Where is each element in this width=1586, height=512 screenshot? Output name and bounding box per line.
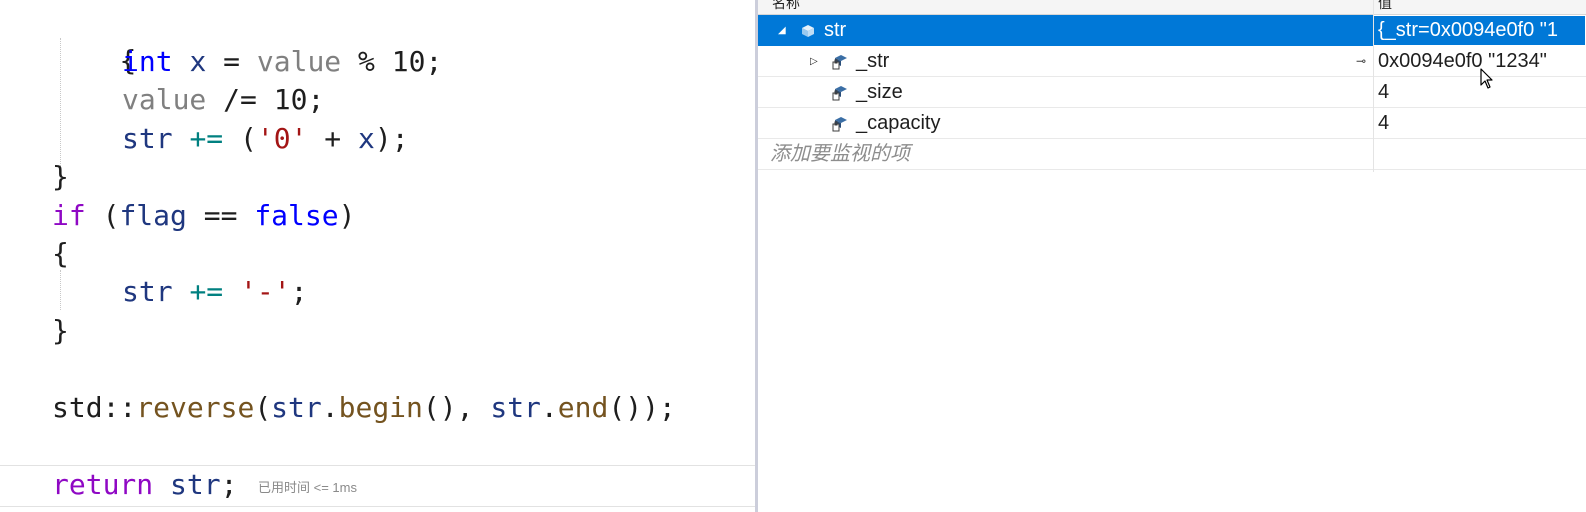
- code-line[interactable]: {: [52, 235, 69, 273]
- function-end: end: [557, 391, 609, 424]
- code-line[interactable]: int x = value % 10;: [122, 43, 442, 81]
- variable-flag: flag: [119, 199, 187, 232]
- watch-value-_capacity[interactable]: 4: [1378, 108, 1389, 139]
- code-editor[interactable]: { int x = value % 10; value /= 10; str +…: [0, 0, 755, 512]
- close-brace: }: [52, 160, 69, 193]
- watch-name-str: str: [824, 19, 847, 41]
- close-paren: ): [338, 199, 356, 232]
- field-icon: [832, 55, 847, 70]
- plus-assign-operator: +=: [189, 122, 224, 155]
- open-paren: (: [223, 122, 257, 155]
- semicolon: ;: [290, 275, 308, 308]
- function-begin: begin: [338, 391, 423, 424]
- char-literal-minus: '-': [240, 275, 291, 308]
- close-brace: }: [52, 314, 69, 347]
- column-header-value[interactable]: 值: [1378, 0, 1392, 13]
- char-literal-zero: '0': [256, 122, 308, 155]
- watch-name-_size: _size: [856, 81, 903, 103]
- variable-x: x: [358, 122, 375, 155]
- semicolon: ;: [220, 468, 238, 501]
- watch-value-_str[interactable]: 0x0094e0f0 "1234": [1378, 46, 1547, 77]
- code-line-current[interactable]: return str;: [52, 466, 237, 504]
- collapse-arrow-icon[interactable]: ◢: [778, 15, 786, 46]
- equals-operator: ==: [186, 199, 255, 232]
- watch-name-_str: _str: [856, 50, 890, 72]
- perf-tip[interactable]: 已用时间 <= 1ms: [258, 477, 357, 496]
- function-reverse: reverse: [136, 391, 255, 424]
- keyword-int: int: [122, 45, 173, 78]
- code-line[interactable]: str += '-';: [122, 273, 307, 311]
- column-separator[interactable]: [1373, 0, 1374, 172]
- indent-guide: [60, 270, 61, 310]
- watch-row-_capacity[interactable]: _capacity 4: [758, 108, 1586, 139]
- variable-str: str: [271, 391, 322, 424]
- variable-str: str: [170, 468, 221, 501]
- object-icon: [802, 25, 814, 37]
- variable-str: str: [490, 391, 541, 424]
- divide-assign-expression: /= 10;: [206, 83, 325, 116]
- watch-value-str[interactable]: {_str=0x0094e0f0 "1: [1378, 15, 1558, 46]
- field-icon: [832, 117, 847, 132]
- code-line[interactable]: }: [52, 312, 69, 350]
- code-line[interactable]: if (flag == false): [52, 197, 355, 235]
- pin-icon[interactable]: ⊸: [1356, 54, 1366, 68]
- watch-value-_size[interactable]: 4: [1378, 77, 1389, 108]
- watch-row-_size[interactable]: _size 4: [758, 77, 1586, 108]
- watch-window[interactable]: 名称 值 ◢ str {_str=0x0094e0f0 "1 ▷ _str ⊸ …: [758, 0, 1586, 512]
- column-header-name[interactable]: 名称: [772, 0, 800, 13]
- open-paren: (: [254, 391, 272, 424]
- watch-name-_capacity: _capacity: [856, 112, 941, 134]
- assign-operator: =: [206, 45, 257, 78]
- dot: .: [321, 391, 339, 424]
- close-paren: );: [374, 122, 409, 155]
- variable-str: str: [122, 275, 173, 308]
- variable-value: value: [256, 45, 342, 78]
- field-icon: [832, 86, 847, 101]
- watch-row-_str[interactable]: ▷ _str ⊸ 0x0094e0f0 "1234": [758, 46, 1586, 77]
- open-paren: (: [85, 199, 120, 232]
- call-args: ());: [608, 391, 676, 424]
- open-brace: {: [52, 237, 69, 270]
- code-line[interactable]: std::reverse(str.begin(), str.end());: [52, 389, 676, 427]
- add-watch-placeholder[interactable]: 添加要监视的项: [770, 139, 910, 170]
- watch-row-str[interactable]: ◢ str {_str=0x0094e0f0 "1: [758, 15, 1586, 46]
- namespace-std: std::: [52, 391, 137, 424]
- code-line[interactable]: {: [52, 4, 136, 77]
- variable-value: value: [122, 83, 207, 116]
- keyword-return: return: [52, 468, 154, 501]
- keyword-if: if: [52, 199, 86, 232]
- variable-x: x: [189, 45, 207, 78]
- code-line[interactable]: value /= 10;: [122, 81, 324, 119]
- call-args: (),: [422, 391, 491, 424]
- code-line[interactable]: }: [52, 158, 69, 196]
- watch-header: 名称 值: [758, 0, 1586, 15]
- dot: .: [540, 391, 558, 424]
- plus-operator: +: [307, 122, 359, 155]
- variable-str: str: [122, 122, 173, 155]
- watch-add-item-row[interactable]: 添加要监视的项: [758, 139, 1586, 170]
- expand-arrow-icon[interactable]: ▷: [810, 46, 818, 77]
- keyword-false: false: [254, 199, 339, 232]
- mouse-cursor-icon: [1480, 68, 1493, 89]
- code-line[interactable]: str += ('0' + x);: [122, 120, 409, 158]
- plus-assign-operator: +=: [189, 275, 224, 308]
- modulo-expression: % 10;: [341, 45, 443, 78]
